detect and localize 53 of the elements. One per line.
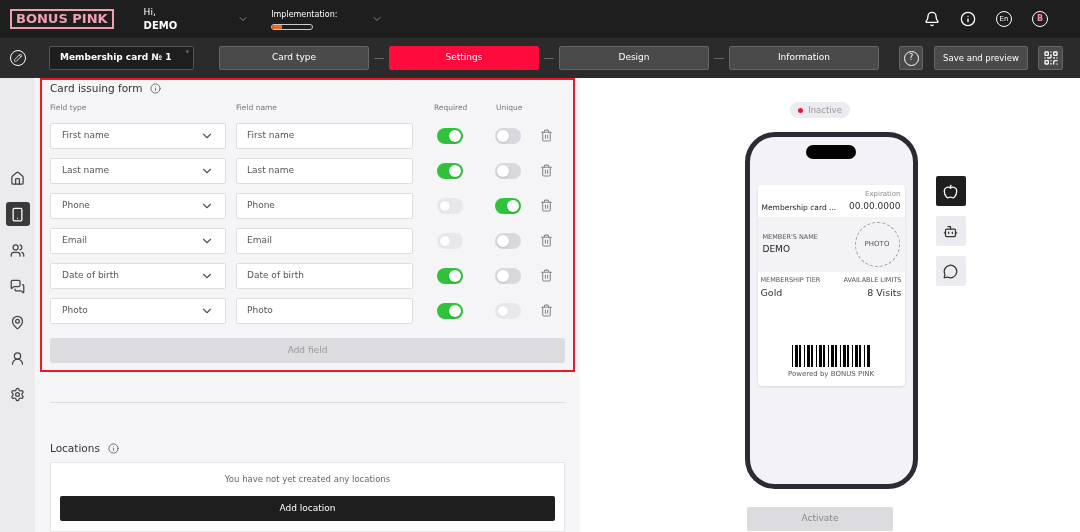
section-title: Card issuing form: [50, 81, 143, 96]
delete-icon[interactable]: [540, 129, 553, 143]
save-preview-button[interactable]: Save and preview: [934, 46, 1028, 70]
section-title: Locations: [50, 440, 100, 456]
phone-card-icon[interactable]: [5, 202, 30, 226]
delete-icon[interactable]: [540, 199, 553, 213]
apple-icon[interactable]: [935, 176, 966, 206]
delete-icon[interactable]: [540, 269, 553, 283]
user-name: DEMO: [143, 20, 178, 32]
field-name-input[interactable]: Email: [236, 227, 413, 254]
toggle-switch[interactable]: [437, 302, 463, 319]
toggle-switch[interactable]: [495, 197, 521, 214]
step-tab[interactable]: Design: [559, 46, 709, 70]
toggle-switch[interactable]: [495, 162, 521, 179]
field-name-input[interactable]: Date of birth: [236, 262, 413, 289]
qr-code-button[interactable]: [1038, 46, 1063, 70]
field-type-select[interactable]: Phone: [50, 192, 226, 219]
qr-code-icon: [1042, 50, 1059, 66]
toggle-switch[interactable]: [437, 127, 463, 144]
field-name-input[interactable]: Photo: [236, 297, 413, 324]
field-name-input[interactable]: Last name: [236, 157, 413, 184]
field-type-select[interactable]: Email: [50, 227, 226, 254]
implementation-label: Implementation:: [271, 8, 338, 21]
notification-bell-icon[interactable]: [924, 11, 940, 27]
field-type-select[interactable]: Date of birth: [50, 262, 226, 289]
toggle-switch[interactable]: [495, 127, 521, 144]
field-name-input[interactable]: Phone: [236, 192, 413, 219]
field-type-select[interactable]: Last name: [50, 157, 226, 184]
empty-message: You have not yet created any locations: [224, 473, 391, 486]
add-location-button[interactable]: Add location: [60, 496, 555, 521]
member-name: DEMO: [762, 242, 791, 256]
greeting: Hi,: [143, 6, 157, 18]
help-button[interactable]: ?: [899, 46, 923, 70]
message-icon[interactable]: [935, 256, 966, 286]
field-type-select[interactable]: Photo: [50, 297, 226, 324]
step-tab[interactable]: Information: [729, 46, 879, 70]
toggle-switch[interactable]: [437, 162, 463, 179]
toggle-switch[interactable]: [495, 232, 521, 249]
phone-notch: [806, 145, 856, 159]
toggle-switch[interactable]: [495, 267, 521, 284]
step-tab[interactable]: Card type: [219, 46, 369, 70]
toggle-switch[interactable]: [437, 267, 463, 284]
delete-icon[interactable]: [540, 304, 553, 318]
status-badge: Inactive: [790, 102, 850, 118]
delete-icon[interactable]: [540, 164, 553, 178]
step-tab[interactable]: Settings: [389, 46, 539, 70]
logo: BONUS PINK: [10, 9, 114, 29]
delete-icon[interactable]: [540, 234, 553, 248]
limits-value: 8 Visits: [867, 285, 902, 300]
tier-value: Gold: [760, 285, 784, 300]
expiration-date: 00.00.0000: [848, 199, 901, 213]
field-name-input[interactable]: First name: [236, 122, 413, 149]
field-type-select[interactable]: First name: [50, 122, 226, 149]
